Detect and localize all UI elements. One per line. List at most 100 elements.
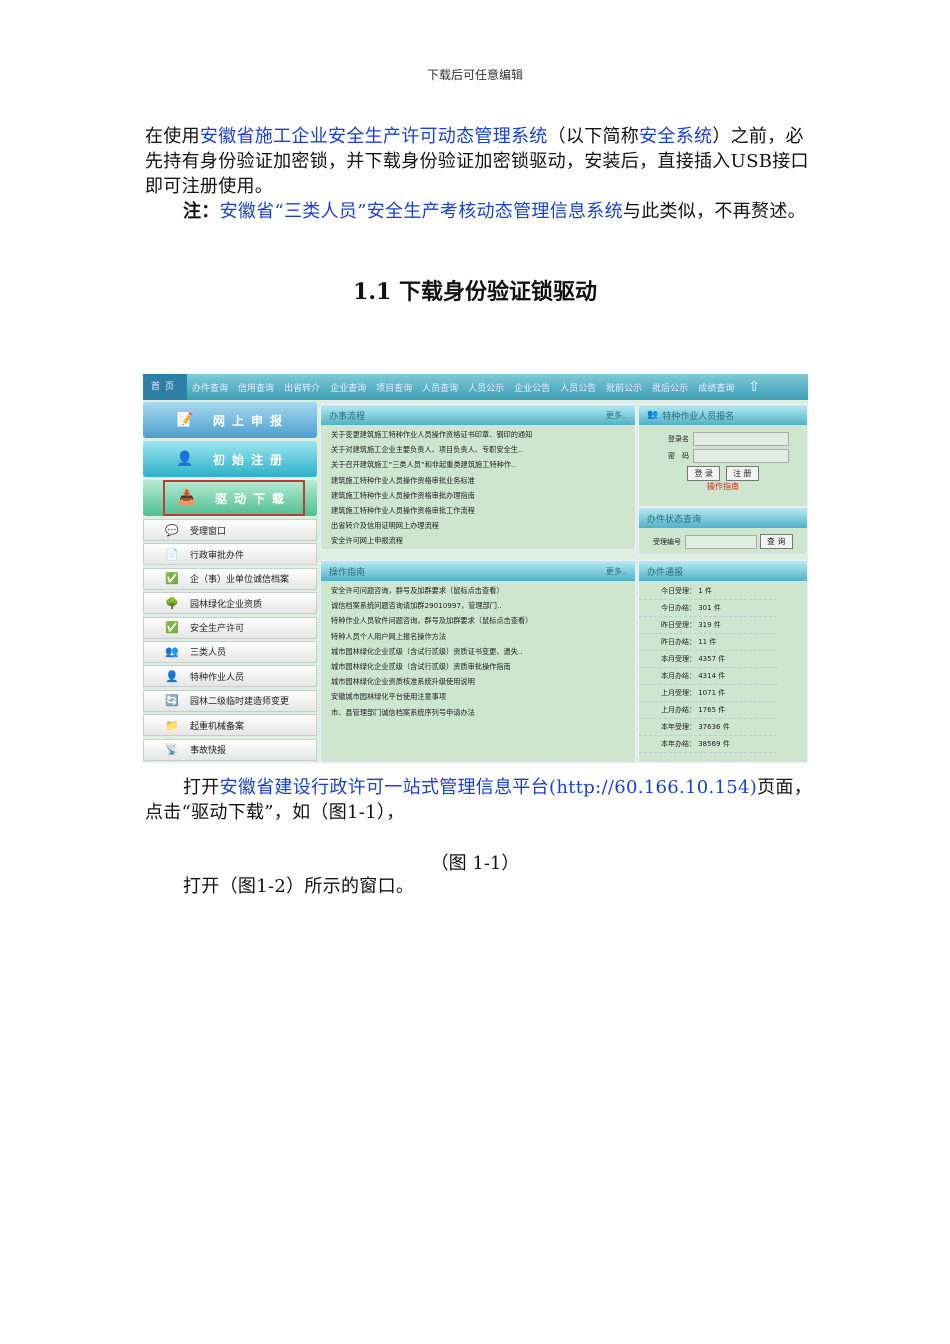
login-button[interactable]: 登 录: [687, 466, 720, 481]
nav-item[interactable]: 企业公告: [509, 381, 555, 394]
guide-link[interactable]: 诚信档案系统问题咨询请加群29010997，管理部门..: [321, 598, 635, 613]
system-link[interactable]: 安徽省施工企业安全生产许可动态管理系统: [200, 126, 548, 147]
sidebar-item-label: 事故快报: [190, 746, 227, 757]
label: 初始注册: [213, 452, 290, 467]
stat-item: 本年办结： 38569 件: [639, 736, 777, 753]
guide-link[interactable]: 市、县管理部门诚信档案系统序列号申请办法: [321, 705, 635, 720]
sidebar-item[interactable]: 💬 受理窗口: [143, 519, 317, 541]
process-link[interactable]: 关于对建筑施工企业主要负责人、项目负责人、专职安全生..: [321, 442, 635, 457]
sidebar-item[interactable]: 🔄 园林二级临时建造师变更: [143, 689, 317, 712]
guide-link[interactable]: 操作指南: [649, 481, 797, 492]
sidebar-item[interactable]: 🌳 园林绿化企业资质: [143, 592, 317, 615]
nav-item[interactable]: 出省转介: [279, 381, 325, 394]
left-sidebar: 📝 网上申报 👤 初始注册 📥 驱动下载 💬 受理窗口 📄 行政审批办件 ✅ 企（事）业单位诚信…: [143, 402, 317, 763]
page-header: 下载后可任意编辑: [426, 68, 523, 82]
password-input[interactable]: [693, 449, 789, 463]
label: 网上申报: [213, 413, 290, 428]
label: 驱动下载: [215, 491, 292, 506]
password-label: 密 码: [668, 452, 689, 460]
text: 打开: [183, 777, 220, 798]
guide-link[interactable]: 城市园林绿化企业贰级（含试行贰级）资质证书变更、遗失..: [321, 644, 635, 659]
three-types-link[interactable]: 安徽省“三类人员”安全生产考核动态管理信息系统: [220, 201, 623, 222]
accept-no-input[interactable]: [685, 534, 757, 549]
nav-item[interactable]: 批后公示: [647, 381, 693, 394]
intro-paragraph: 在使用安徽省施工企业安全生产许可动态管理系统（以下简称安全系统）之前，必先持有身…: [145, 124, 813, 199]
nav-item[interactable]: 人员查询: [417, 381, 463, 394]
process-link[interactable]: 关于召开建筑施工“三类人员”和非起重类建筑施工特种作..: [321, 457, 635, 472]
nav-item[interactable]: 办件查询: [187, 381, 233, 394]
panel-title: 特种作业人员报名: [662, 411, 735, 422]
process-link[interactable]: 建筑施工特种作业人员操作资格审批工作流程: [321, 503, 635, 518]
nav-item[interactable]: 信用查询: [233, 381, 279, 394]
guide-link[interactable]: 城市园林绿化企业资质核准系统升级使用说明: [321, 674, 635, 689]
stat-item: 昨日办结： 11 件: [639, 634, 777, 651]
para-open-window: 打开（图1-2）所示的窗口。: [183, 876, 415, 897]
guide-link[interactable]: 城市园林绿化企业贰级（含试行贰级）资质审批操作指南: [321, 659, 635, 674]
online-declare-button[interactable]: 📝 网上申报: [143, 402, 317, 438]
stat-item: 本月受理： 4357 件: [639, 651, 777, 668]
note-label: 注：: [183, 201, 220, 222]
more-link[interactable]: 更多..: [606, 410, 627, 421]
status-panel: 办件状态查询 受理编号 查 询: [638, 507, 808, 555]
sidebar-item-label: 行政审批办件: [190, 550, 245, 561]
nav-item[interactable]: 人员公示: [463, 381, 509, 394]
guide-link[interactable]: 安全许可问题咨询，群号及加群要求（鼠标点击查看）: [321, 583, 635, 598]
group-icon: 👥: [647, 410, 659, 420]
stat-item: 上月办结： 1765 件: [639, 702, 777, 719]
query-button[interactable]: 查 询: [760, 534, 793, 549]
users-icon: 👥: [165, 645, 179, 659]
rss-icon: 📡: [165, 743, 179, 757]
guide-link[interactable]: 安徽城市园林绿化平台使用注意事项: [321, 689, 635, 704]
platform-link[interactable]: 安徽省建设行政许可一站式管理信息平台(http://60.166.10.154): [220, 777, 758, 798]
nav-item[interactable]: 企业查询: [325, 381, 371, 394]
pen-doc-icon: 📝: [176, 412, 194, 428]
nav-item[interactable]: 人员公告: [555, 381, 601, 394]
sidebar-item-label: 安全生产许可: [190, 624, 245, 635]
nav-item[interactable]: 成绩查询: [693, 381, 739, 394]
process-link[interactable]: 安全许可网上申报流程: [321, 533, 635, 548]
folder-add-icon: 📁: [165, 718, 179, 732]
sidebar-item-label: 起重机械备案: [190, 721, 245, 732]
driver-download-button[interactable]: 📥 驱动下载: [143, 480, 317, 516]
user-icon: 👤: [165, 669, 179, 683]
nav-item[interactable]: 项目查询: [371, 381, 417, 394]
stat-item: 昨日受理： 319 件: [639, 617, 777, 634]
doc-check-icon: ✅: [165, 572, 179, 586]
initial-register-button[interactable]: 👤 初始注册: [143, 441, 317, 477]
process-link[interactable]: 关于变更建筑施工特种作业人员操作资格证书印章、钢印的通知: [321, 427, 635, 442]
safety-system-link[interactable]: 安全系统: [639, 126, 712, 147]
signup-panel: 👥 特种作业人员报名 登录名 密 码 登 录注 册 操作指南: [638, 404, 808, 507]
sidebar-item[interactable]: 👥 三类人员: [143, 640, 317, 663]
sidebar-item[interactable]: ✅ 安全生产许可: [143, 616, 317, 639]
guide-link[interactable]: 特种作业人员软件问题咨询，群号及加群要求（鼠标点击查看）: [321, 613, 635, 628]
text: 与此类似，不再赘述。: [622, 201, 806, 222]
process-link[interactable]: 建筑施工特种作业人员操作资格审批办理指南: [321, 488, 635, 503]
username-input[interactable]: [693, 432, 789, 446]
process-link[interactable]: 出省转介及信用证明网上办理流程: [321, 518, 635, 533]
sidebar-item-label: 三类人员: [190, 648, 227, 659]
register-button[interactable]: 注 册: [726, 466, 759, 481]
arrow-up-icon[interactable]: ⇧: [743, 379, 765, 395]
sidebar-item[interactable]: 📄 行政审批办件: [143, 543, 317, 566]
process-link[interactable]: 建筑施工特种作业人员操作资格审批业务标准: [321, 473, 635, 488]
more-link[interactable]: 更多..: [606, 566, 627, 577]
nav-item[interactable]: 首页: [143, 374, 188, 400]
text: 在使用: [145, 126, 200, 147]
sidebar-item[interactable]: ✅ 企（事）业单位诚信档案: [143, 567, 317, 590]
nav-item[interactable]: 批前公示: [601, 381, 647, 394]
sidebar-item[interactable]: 👤 特种作业人员: [143, 665, 317, 688]
accept-no-label: 受理编号: [653, 537, 681, 546]
username-label: 登录名: [668, 435, 689, 443]
tree-icon: 🌳: [165, 596, 179, 610]
stat-item: 今日受理： 1 件: [639, 583, 777, 600]
text: （以下简称: [547, 126, 640, 147]
figure-caption: （图 1-1）: [430, 853, 520, 874]
user-icon: 👤: [176, 451, 194, 467]
report-panel: 办件通报 今日受理： 1 件今日办结： 301 件昨日受理： 319 件昨日办结…: [638, 560, 808, 763]
sidebar-item[interactable]: 📁 起重机械备案: [143, 714, 317, 737]
guide-link[interactable]: 特种人员个人用户网上报名操作方法: [321, 629, 635, 644]
doc-add-icon: 📄: [165, 547, 179, 561]
sidebar-item[interactable]: 📡 事故快报: [143, 738, 317, 761]
sidebar-item-label: 园林绿化企业资质: [190, 599, 263, 610]
note-paragraph: 注：安徽省“三类人员”安全生产考核动态管理信息系统与此类似，不再赘述。: [183, 199, 813, 224]
